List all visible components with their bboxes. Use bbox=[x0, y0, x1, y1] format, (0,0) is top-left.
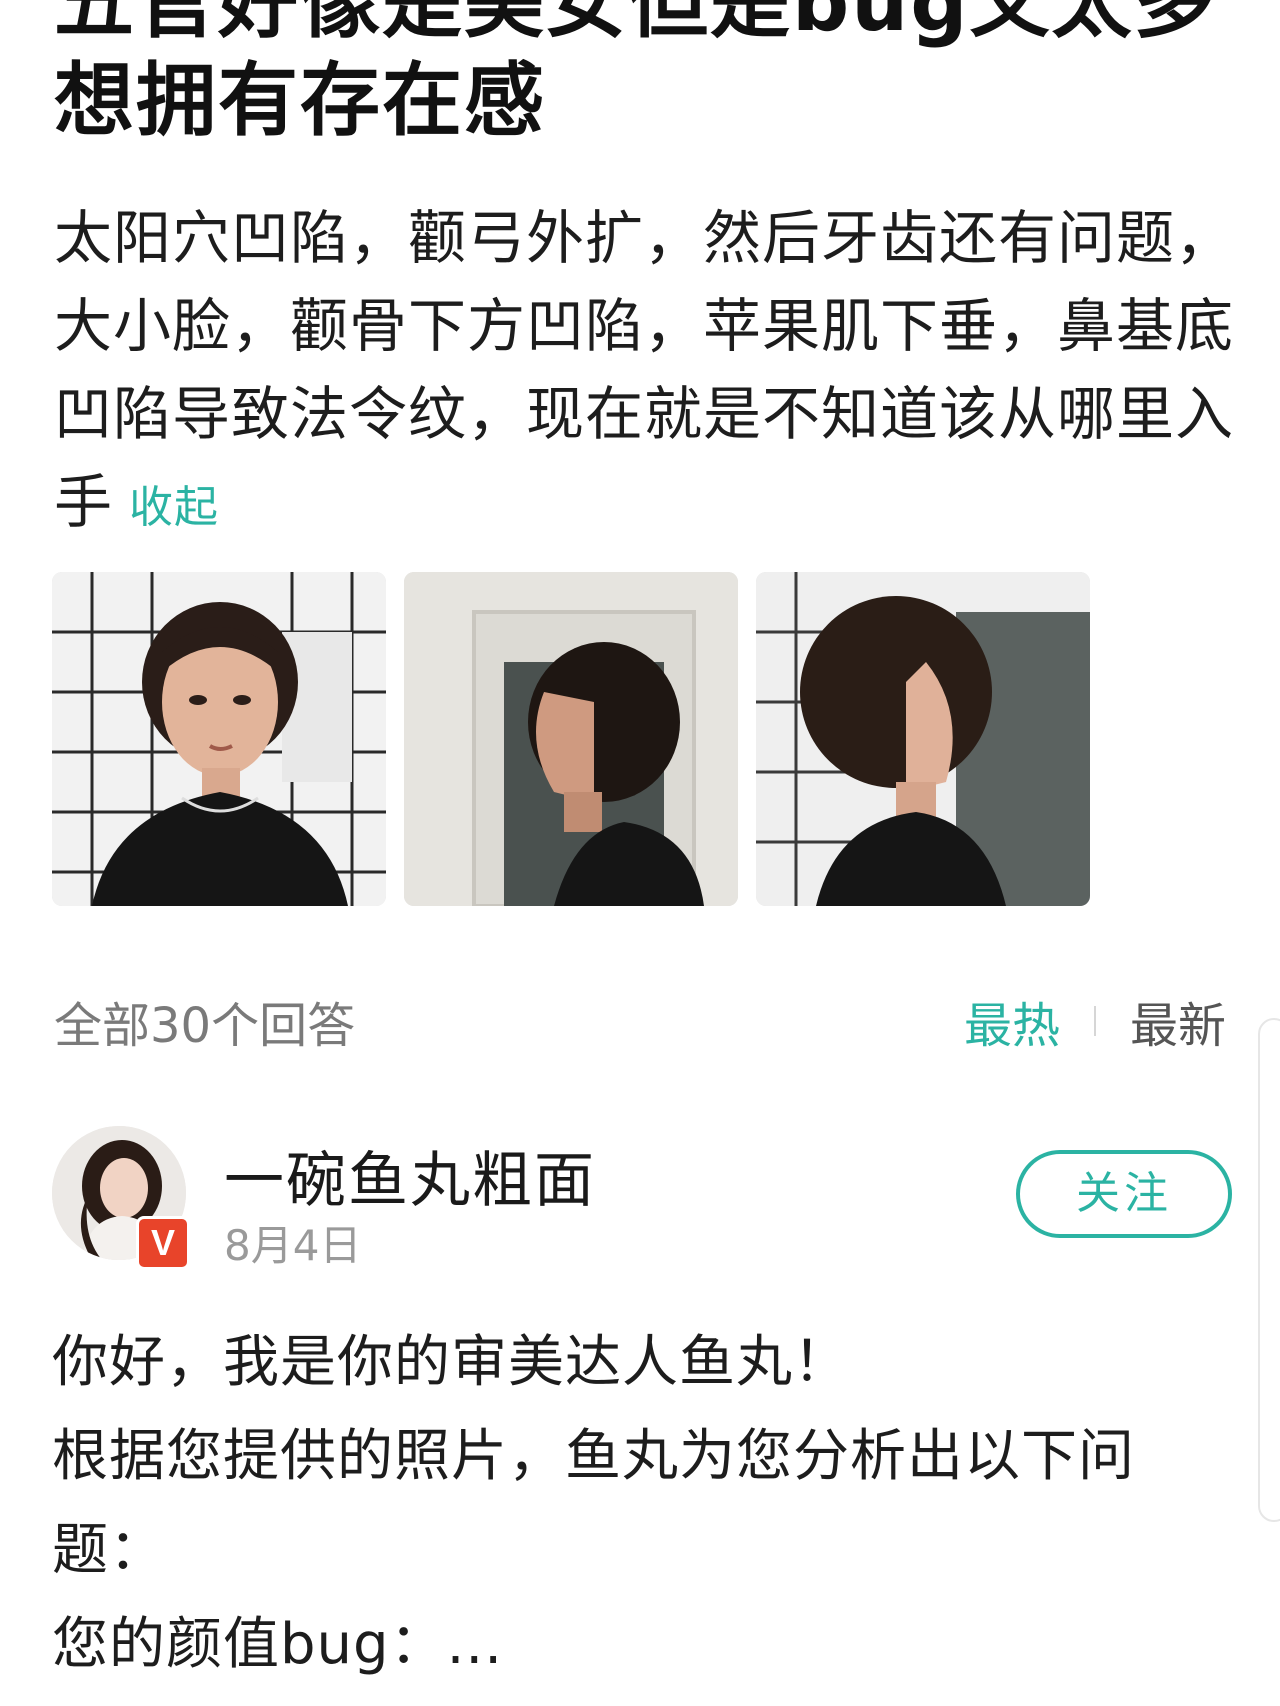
answer-line-2: 根据您提供的照片，鱼丸为您分析出以下问题： bbox=[52, 1424, 1135, 1583]
question-title-line-1: 五官好像是美女但是bug又太多 bbox=[54, 0, 1216, 49]
verified-badge: V bbox=[136, 1216, 190, 1270]
scrollbar-edge[interactable] bbox=[1258, 1018, 1280, 1522]
answer-content: 你好，我是你的审美达人鱼丸！ 根据您提供的照片，鱼丸为您分析出以下问题： 您的颜… bbox=[52, 1316, 1232, 1692]
answer-line-1: 你好，我是你的审美达人鱼丸！ bbox=[52, 1330, 850, 1395]
collapse-link[interactable]: 收起 bbox=[129, 482, 219, 533]
answer-line-3: 您的颜值bug：... bbox=[52, 1612, 503, 1677]
right-profile-photo-image bbox=[756, 572, 1090, 906]
question-detail-page: 五官好像是美女但是bug又太多 想拥有存在感 太阳穴凹陷，颧弓外扩，然后牙齿还有… bbox=[0, 0, 1280, 1706]
tab-hottest[interactable]: 最热 bbox=[964, 986, 1060, 1056]
left-profile-photo[interactable] bbox=[404, 572, 738, 906]
answer-date: 8月4日 bbox=[224, 1221, 362, 1270]
follow-button[interactable]: 关注 bbox=[1016, 1150, 1232, 1238]
question-description: 太阳穴凹陷，颧弓外扩，然后牙齿还有问题，大小脸，颧骨下方凹陷，苹果肌下垂，鼻基底… bbox=[54, 194, 1244, 552]
answers-bar: 全部30个回答 最热 最新 bbox=[54, 980, 1226, 1054]
question-title: 五官好像是美女但是bug又太多 想拥有存在感 bbox=[54, 0, 1234, 150]
question-title-line-2: 想拥有存在感 bbox=[54, 54, 546, 147]
answer-header: V 一碗鱼丸粗面 8月4日 关注 bbox=[52, 1126, 1232, 1270]
front-photo-image bbox=[52, 572, 386, 906]
question-description-text: 太阳穴凹陷，颧弓外扩，然后牙齿还有问题，大小脸，颧骨下方凹陷，苹果肌下垂，鼻基底… bbox=[54, 204, 1235, 536]
front-photo[interactable] bbox=[52, 572, 386, 906]
sort-tabs: 最热 最新 bbox=[964, 986, 1226, 1056]
tab-newest[interactable]: 最新 bbox=[1130, 986, 1226, 1056]
left-profile-photo-image bbox=[404, 572, 738, 906]
question-photos bbox=[52, 572, 1090, 906]
tab-divider bbox=[1093, 1006, 1096, 1036]
right-profile-photo[interactable] bbox=[756, 572, 1090, 906]
author-name[interactable]: 一碗鱼丸粗面 bbox=[224, 1132, 596, 1219]
answers-count: 全部30个回答 bbox=[54, 998, 356, 1054]
